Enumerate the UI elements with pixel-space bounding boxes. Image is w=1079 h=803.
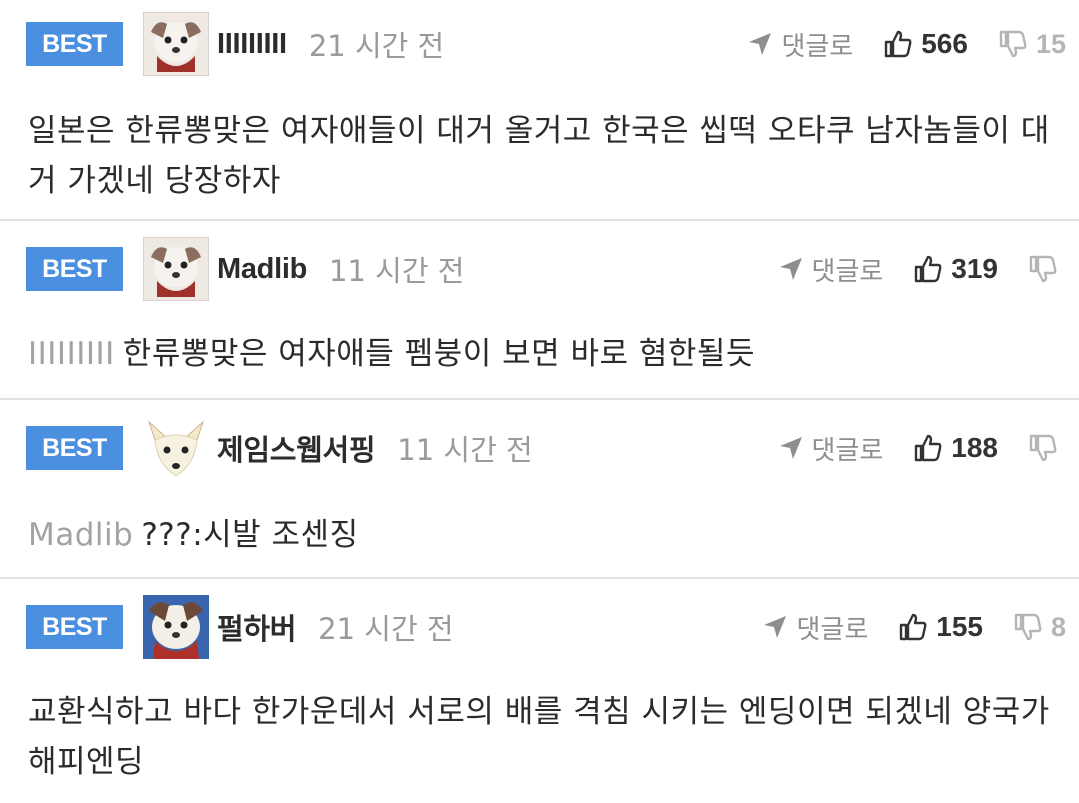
like-count: 319 xyxy=(951,253,998,284)
reply-button[interactable]: 댓글로 xyxy=(747,26,853,63)
username[interactable]: IIIIIIIII xyxy=(217,28,287,61)
like-button[interactable]: 155 xyxy=(898,611,983,643)
mention-username[interactable]: Madlib xyxy=(28,517,133,553)
dislike-count: 15 xyxy=(1035,28,1066,59)
username[interactable]: Madlib xyxy=(217,253,307,286)
thumbs-down-icon xyxy=(1029,255,1057,283)
thumbs-down-icon xyxy=(1014,613,1042,641)
best-badge: BEST xyxy=(26,426,123,470)
reply-label: 댓글로 xyxy=(796,614,869,645)
like-button[interactable]: 566 xyxy=(883,28,968,60)
thumbs-up-icon xyxy=(915,434,942,462)
like-button[interactable]: 188 xyxy=(913,432,998,464)
comment-item: BEST 펄하버 21 시간 전 댓글로 155 8 교환식하고 바다 한가운데… xyxy=(0,591,1079,803)
dislike-button[interactable]: 15 xyxy=(998,29,1066,60)
reply-label: 댓글로 xyxy=(811,256,884,287)
comment-header: BEST IIIIIIIII 21 시간 전 댓글로 566 15 xyxy=(26,8,1066,80)
avatar[interactable] xyxy=(143,416,209,480)
thumbs-down-icon xyxy=(1029,434,1057,462)
thumbs-up-icon xyxy=(885,30,912,58)
like-count: 566 xyxy=(921,28,968,59)
comment-text: 교환식하고 바다 한가운데서 서로의 배를 격침 시키는 엔딩이면 되겠네 양국… xyxy=(28,694,1050,780)
reply-label: 댓글로 xyxy=(811,435,884,466)
username[interactable]: 제임스웹서핑 xyxy=(217,427,376,469)
timestamp: 11 시간 전 xyxy=(329,254,465,288)
dislike-button[interactable] xyxy=(1028,433,1066,463)
avatar[interactable] xyxy=(143,12,209,76)
thumbs-down-icon xyxy=(999,30,1027,58)
thumbs-up-icon xyxy=(915,255,942,283)
comment-header: BEST 제임스웹서핑 11 시간 전 댓글로 188 xyxy=(26,412,1066,484)
reply-button[interactable]: 댓글로 xyxy=(778,430,884,467)
reply-arrow-icon xyxy=(749,33,772,55)
like-count: 188 xyxy=(951,432,998,463)
best-badge: BEST xyxy=(26,22,123,66)
timestamp: 11 시간 전 xyxy=(397,433,533,467)
comment-body: Madlib ???:시발 조센징 xyxy=(28,510,1058,560)
dislike-button[interactable]: 8 xyxy=(1013,612,1066,643)
comment-list: BEST IIIIIIIII 21 시간 전 댓글로 566 15 일본은 한류… xyxy=(0,0,1079,803)
comment-actions: 댓글로 566 15 xyxy=(747,26,1066,63)
avatar[interactable] xyxy=(143,237,209,301)
username[interactable]: 펄하버 xyxy=(217,606,296,648)
avatar[interactable] xyxy=(143,595,209,659)
comment-item: BEST 제임스웹서핑 11 시간 전 댓글로 188 Madlib ???:시… xyxy=(0,412,1079,579)
comment-item: BEST IIIIIIIII 21 시간 전 댓글로 566 15 일본은 한류… xyxy=(0,8,1079,221)
reply-button[interactable]: 댓글로 xyxy=(778,251,884,288)
comment-text: 한류뽕맞은 여자애들 펨붕이 보면 바로 혐한될듯 xyxy=(122,336,755,372)
dislike-button[interactable] xyxy=(1028,254,1066,284)
comment-header: BEST 펄하버 21 시간 전 댓글로 155 8 xyxy=(26,591,1066,663)
timestamp: 21 시간 전 xyxy=(308,29,445,63)
like-button[interactable]: 319 xyxy=(913,253,998,285)
comment-body: 일본은 한류뽕맞은 여자애들이 대거 올거고 한국은 씹떡 오타쿠 남자놈들이 … xyxy=(28,106,1058,206)
like-count: 155 xyxy=(936,611,983,642)
thumbs-up-icon xyxy=(900,613,927,641)
dislike-count: 8 xyxy=(1050,611,1066,642)
best-badge: BEST xyxy=(26,247,123,291)
timestamp: 21 시간 전 xyxy=(318,612,454,646)
reply-arrow-icon xyxy=(779,437,802,459)
comment-actions: 댓글로 188 xyxy=(778,430,1066,467)
best-badge: BEST xyxy=(26,605,123,649)
comment-item: BEST Madlib 11 시간 전 댓글로 319 IIIIIIIII 한류… xyxy=(0,233,1079,400)
comment-body: 교환식하고 바다 한가운데서 서로의 배를 격침 시키는 엔딩이면 되겠네 양국… xyxy=(28,687,1058,787)
reply-label: 댓글로 xyxy=(781,31,854,62)
comment-text: 일본은 한류뽕맞은 여자애들이 대거 올거고 한국은 씹떡 오타쿠 남자놈들이 … xyxy=(28,113,1050,199)
comment-body: IIIIIIIII 한류뽕맞은 여자애들 펨붕이 보면 바로 혐한될듯 xyxy=(28,329,1058,379)
comment-text: ???:시발 조센징 xyxy=(141,517,359,553)
reply-button[interactable]: 댓글로 xyxy=(762,609,868,646)
mention-username[interactable]: IIIIIIIII xyxy=(28,336,115,372)
comment-actions: 댓글로 155 8 xyxy=(762,609,1066,646)
comment-header: BEST Madlib 11 시간 전 댓글로 319 xyxy=(26,233,1066,305)
comment-actions: 댓글로 319 xyxy=(778,251,1066,288)
reply-arrow-icon xyxy=(779,258,802,280)
reply-arrow-icon xyxy=(764,616,787,638)
